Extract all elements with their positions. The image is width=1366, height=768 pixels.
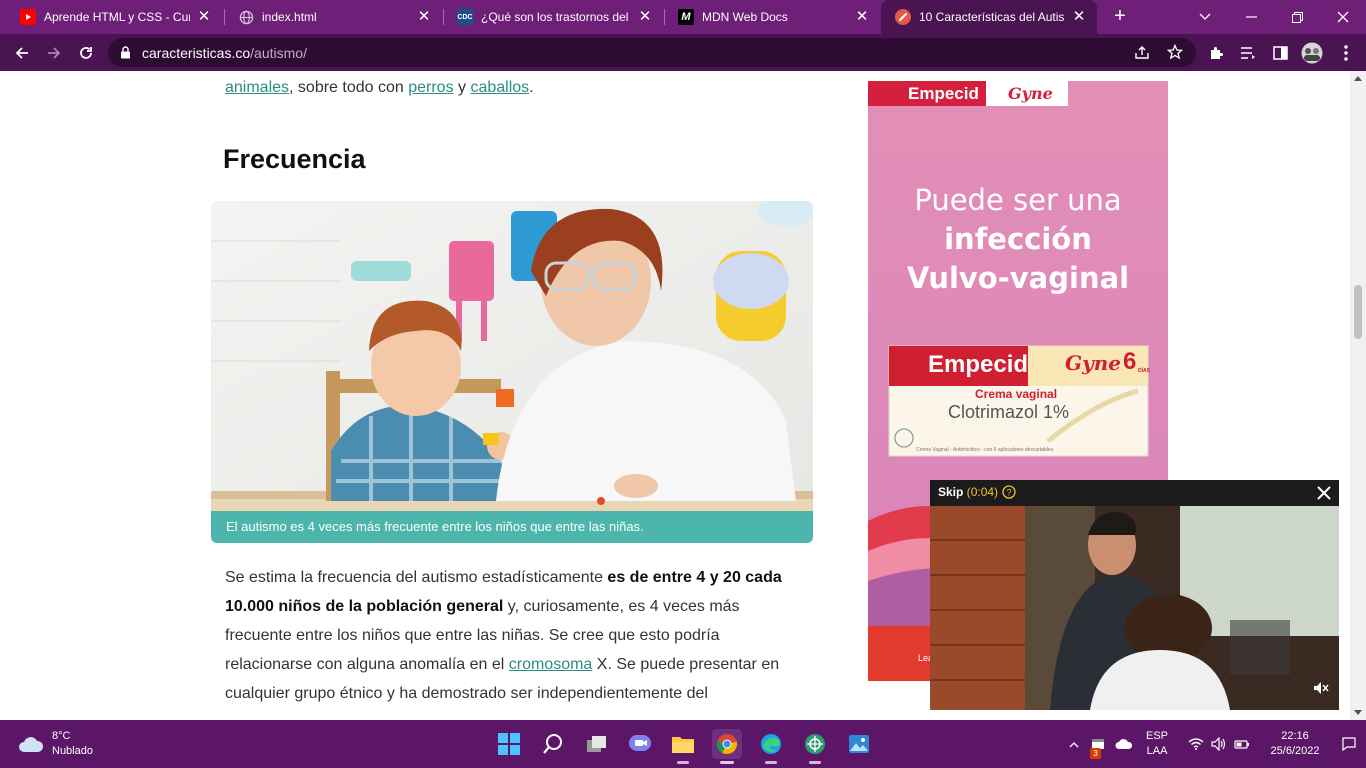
extensions-puzzle-icon[interactable] bbox=[1202, 39, 1230, 67]
close-tab-icon[interactable]: ✕ bbox=[416, 9, 432, 25]
section-heading: Frecuencia bbox=[223, 144, 366, 174]
help-question-icon[interactable]: ? bbox=[1002, 485, 1016, 504]
notification-badge: 3 bbox=[1090, 748, 1101, 759]
close-video-icon[interactable] bbox=[1316, 485, 1332, 506]
profile-avatar[interactable] bbox=[1298, 39, 1326, 67]
video-frame bbox=[930, 480, 1339, 710]
ad-box-days: 6 bbox=[1123, 348, 1137, 375]
file-explorer-icon[interactable] bbox=[668, 729, 698, 764]
close-window-icon[interactable] bbox=[1320, 0, 1366, 34]
mute-icon[interactable] bbox=[1313, 681, 1329, 700]
show-hidden-icons-chevron[interactable] bbox=[1064, 729, 1084, 759]
close-tab-icon[interactable]: ✕ bbox=[196, 9, 212, 25]
browser-toolbar: caracteristicas.co/autismo/ bbox=[0, 34, 1366, 71]
minimize-icon[interactable] bbox=[1228, 0, 1274, 34]
scroll-down-icon[interactable] bbox=[1354, 710, 1362, 716]
image-caption: El autismo es 4 veces más frecuente entr… bbox=[211, 511, 813, 543]
url-domain: caracteristicas.co bbox=[142, 45, 251, 61]
weather-description: Nublado bbox=[52, 745, 93, 757]
youtube-icon bbox=[20, 9, 36, 25]
tab-index-html[interactable]: index.html ✕ bbox=[224, 0, 442, 34]
bookmark-star-icon[interactable] bbox=[1166, 43, 1184, 65]
clock[interactable]: 22:16 25/6/2022 bbox=[1262, 729, 1328, 759]
battery-icon[interactable] bbox=[1232, 729, 1252, 759]
forward-arrow-icon[interactable] bbox=[40, 39, 68, 67]
wifi-icon[interactable] bbox=[1186, 729, 1206, 759]
edge-icon[interactable] bbox=[756, 729, 786, 764]
lock-icon[interactable] bbox=[120, 46, 131, 64]
reload-icon[interactable] bbox=[72, 39, 100, 67]
weather-widget[interactable]: 8°C Nublado bbox=[18, 729, 93, 759]
cdc-icon: CDC bbox=[457, 9, 473, 25]
globe-icon bbox=[238, 9, 254, 25]
search-icon[interactable] bbox=[538, 729, 568, 759]
ad-headline: Puede ser una infección Vulvo-vaginal bbox=[906, 183, 1130, 295]
tab-caracteristicas-autismo[interactable]: 10 Características del Autismo ✕ bbox=[881, 0, 1097, 34]
mdn-icon: M bbox=[678, 9, 694, 25]
svg-text:?: ? bbox=[1006, 488, 1011, 498]
tray-app-icon[interactable]: 3 bbox=[1088, 729, 1108, 759]
onedrive-cloud-icon[interactable] bbox=[1113, 729, 1135, 759]
windows-taskbar: 8°C Nublado 3 ESP LAA 22:16 25/6/2022 bbox=[0, 720, 1366, 768]
new-tab-button[interactable]: + bbox=[1109, 5, 1131, 29]
input-language[interactable]: ESP LAA bbox=[1146, 729, 1168, 759]
article-image: El autismo es 4 veces más frecuente entr… bbox=[211, 201, 813, 543]
tab-aprende-html[interactable]: Aprende HTML y CSS - Curso ✕ bbox=[6, 0, 222, 34]
weather-temperature: 8°C bbox=[52, 730, 71, 742]
paragraph-frecuencia: Se estima la frecuencia del autismo esta… bbox=[225, 569, 782, 702]
teams-chat-icon[interactable] bbox=[625, 729, 655, 759]
url-path: /autismo/ bbox=[250, 45, 307, 61]
close-tab-icon[interactable]: ✕ bbox=[1071, 9, 1087, 25]
app-globe-icon[interactable] bbox=[800, 729, 830, 764]
clock-date: 25/6/2022 bbox=[1270, 745, 1320, 757]
ad-box-subbrand: Gyne bbox=[1065, 351, 1121, 375]
link-caballos[interactable]: caballos bbox=[470, 79, 529, 96]
windows-start-icon[interactable] bbox=[494, 729, 524, 759]
close-tab-icon[interactable]: ✕ bbox=[637, 9, 653, 25]
volume-icon[interactable] bbox=[1209, 729, 1229, 759]
close-tab-icon[interactable]: ✕ bbox=[854, 9, 870, 25]
ad-box-line1: Crema vaginal bbox=[975, 387, 1058, 401]
side-panel-icon[interactable] bbox=[1266, 39, 1294, 67]
tab-mdn[interactable]: M MDN Web Docs ✕ bbox=[664, 0, 880, 34]
menu-dots-icon[interactable] bbox=[1332, 39, 1360, 67]
ad-subbrand-label: Gyne bbox=[1008, 84, 1053, 103]
link-cromosoma[interactable]: cromosoma bbox=[509, 656, 593, 673]
scroll-up-icon[interactable] bbox=[1354, 75, 1362, 81]
ad-box-days-label: DÍAS bbox=[1138, 368, 1150, 374]
cloud-icon bbox=[19, 737, 44, 752]
link-animales[interactable]: animales bbox=[225, 79, 289, 96]
tab-search-chevron-icon[interactable] bbox=[1182, 0, 1228, 34]
share-icon[interactable] bbox=[1134, 45, 1150, 65]
caracteristicas-icon bbox=[895, 9, 911, 25]
tab-cdc[interactable]: CDC ¿Qué son los trastornos del e ✕ bbox=[443, 0, 663, 34]
tab-strip: Aprende HTML y CSS - Curso ✕ index.html … bbox=[0, 0, 1366, 34]
web-page: animales, sobre todo con perros y caball… bbox=[0, 71, 1350, 720]
ad-box-line2: Clotrimazol 1% bbox=[948, 402, 1070, 422]
photos-icon[interactable] bbox=[844, 729, 874, 759]
page-scrollbar[interactable] bbox=[1350, 71, 1366, 720]
restore-icon[interactable] bbox=[1274, 0, 1320, 34]
paragraph-animals: animales, sobre todo con perros y caball… bbox=[225, 79, 534, 96]
floating-video-player[interactable]: Skip (0:04) ? bbox=[930, 480, 1339, 710]
link-perros[interactable]: perros bbox=[408, 79, 453, 96]
task-view-icon[interactable] bbox=[582, 729, 612, 759]
address-bar[interactable]: caracteristicas.co/autismo/ bbox=[108, 38, 1196, 67]
photo-child-and-woman bbox=[211, 201, 813, 543]
ad-box-small-print: Crema Vaginal - Antimicótico - con 6 apl… bbox=[916, 447, 1054, 453]
scrollbar-thumb[interactable] bbox=[1354, 285, 1362, 339]
skip-button[interactable]: Skip (0:04) bbox=[938, 485, 998, 499]
notifications-icon[interactable] bbox=[1338, 729, 1360, 759]
back-arrow-icon[interactable] bbox=[8, 39, 36, 67]
ad-box-brand: Empecid bbox=[928, 351, 1029, 378]
chrome-icon[interactable] bbox=[712, 729, 742, 764]
ad-brand-label: Empecid bbox=[908, 84, 979, 103]
reading-list-icon[interactable] bbox=[1234, 39, 1262, 67]
clock-time: 22:16 bbox=[1281, 730, 1309, 742]
video-top-bar: Skip (0:04) ? bbox=[930, 480, 1339, 506]
